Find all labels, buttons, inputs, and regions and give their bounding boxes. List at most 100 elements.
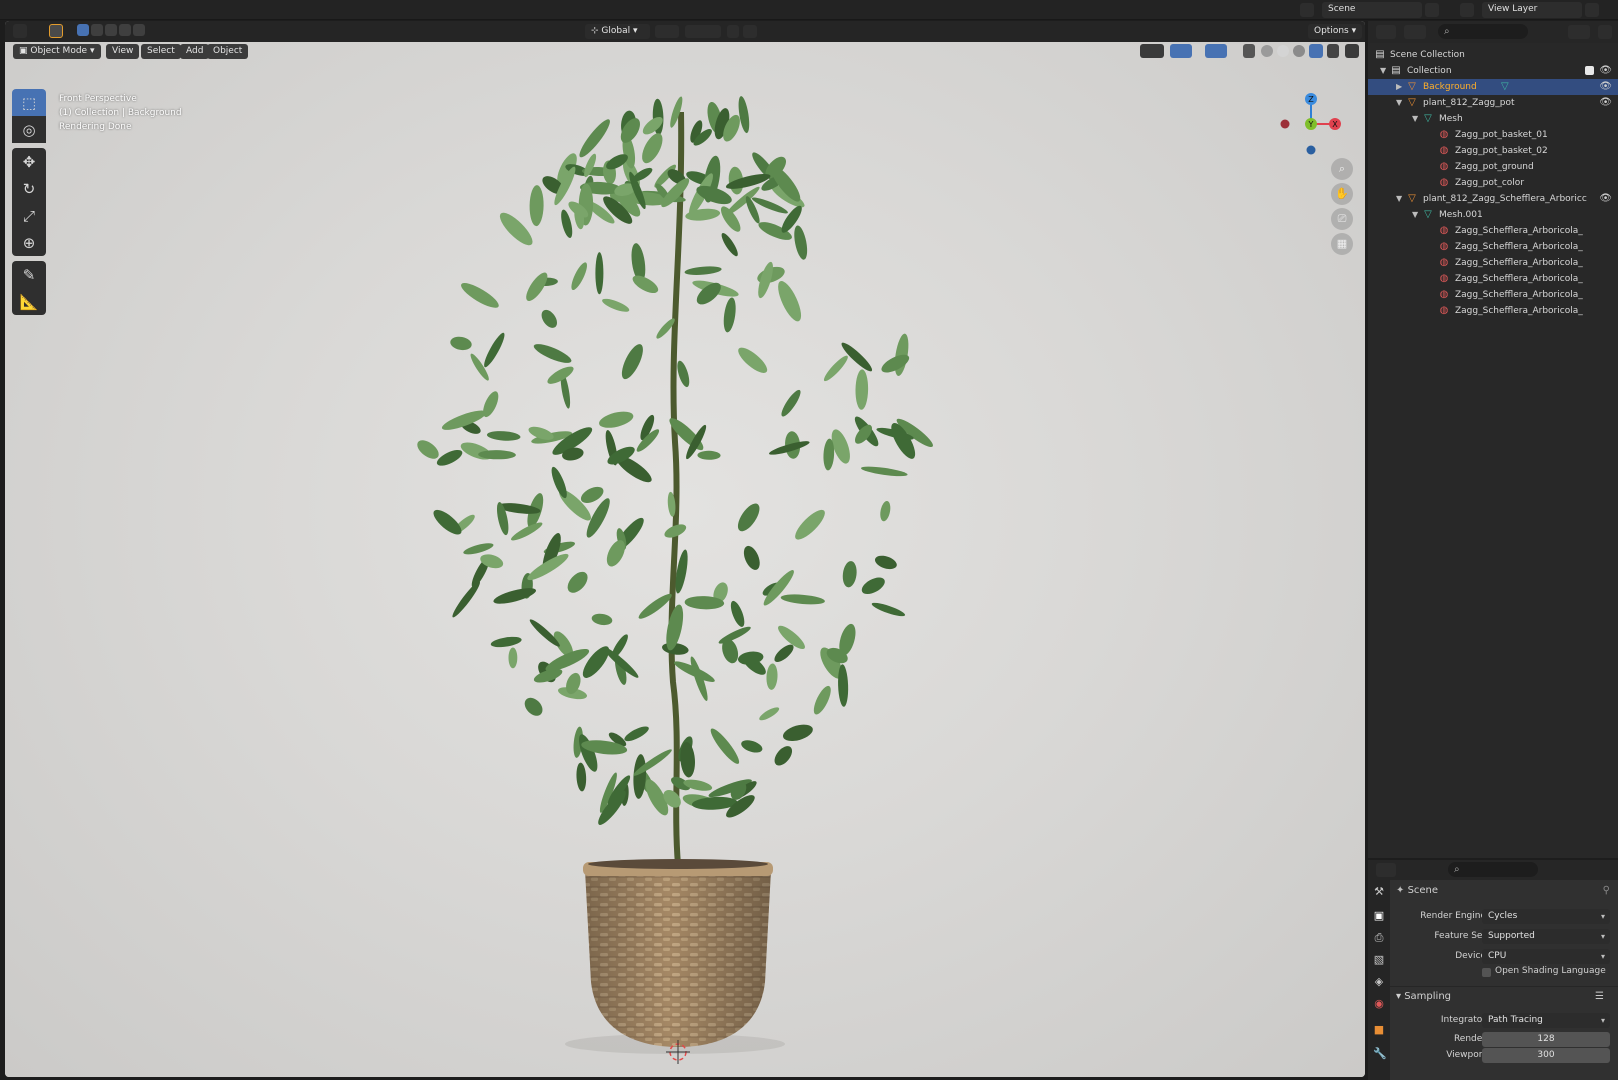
transform-orientation-dropdown[interactable]: ⊹ Global ▾ (585, 24, 650, 39)
select-mode-extend-icon[interactable] (91, 24, 103, 36)
outliner-row-material[interactable]: ◍ Zagg_pot_color (1368, 175, 1618, 191)
chevron-down-icon[interactable]: ▼ (1412, 207, 1420, 223)
navigation-gizmo[interactable]: Z X Y (1275, 89, 1345, 169)
render-view[interactable]: ▣ Object Mode ▾ View Select Add Object F… (5, 42, 1365, 1077)
eye-icon[interactable]: 👁 (1599, 63, 1612, 79)
modifier-tab-icon[interactable]: 🔧 (1373, 1048, 1387, 1060)
snap-icon[interactable] (685, 25, 721, 38)
scene-context-icon: ✦ (1396, 885, 1408, 896)
select-tool-icon[interactable] (49, 24, 63, 38)
properties-editor-icon[interactable] (1376, 863, 1396, 877)
filter-icon[interactable] (1568, 25, 1590, 39)
editor-type-icon[interactable] (13, 24, 27, 38)
view-layer-tab-icon[interactable]: ▧ (1373, 954, 1385, 966)
mesh-data-icon[interactable]: ▽ (1501, 79, 1509, 95)
chevron-right-icon[interactable]: ▶ (1396, 79, 1404, 95)
scene-tab-icon[interactable]: ◈ (1373, 976, 1385, 988)
new-scene-icon[interactable] (1425, 3, 1439, 17)
tool-shelf: ⬚ ◎ ✥ ↻ ⤢ ⊕ ✎ 📐 (12, 89, 46, 315)
outliner-row-material[interactable]: ◍ Zagg_pot_basket_02 (1368, 143, 1618, 159)
render-samples-field[interactable]: 128 (1482, 1032, 1610, 1047)
outliner-row-object[interactable]: ▶ ▽ Background 👁 ▽ (1368, 79, 1618, 95)
transform-tool-icon[interactable]: ⊕ (12, 229, 46, 256)
sampling-panel-header[interactable]: ▾ Sampling (1396, 991, 1451, 1002)
outliner-row-material[interactable]: ◍ Zagg_pot_ground (1368, 159, 1618, 175)
world-tab-icon[interactable]: ◉ (1373, 998, 1385, 1010)
scale-tool-icon[interactable]: ⤢ (12, 202, 46, 229)
new-collection-icon[interactable] (1598, 25, 1612, 39)
options-dropdown[interactable]: Options ▾ (1308, 24, 1363, 39)
chevron-down-icon[interactable]: ▼ (1396, 95, 1404, 111)
pan-hand-icon[interactable]: ✋ (1331, 183, 1353, 205)
3d-viewport[interactable]: ⊹ Global ▾ Options ▾ ▣ Object Mode ▾ Vie… (5, 21, 1365, 1077)
measure-tool-icon[interactable]: 📐 (12, 288, 46, 315)
proportional-edit-icon[interactable] (727, 25, 739, 38)
view-layer-selector[interactable]: View Layer (1482, 2, 1582, 18)
outliner-row-mesh[interactable]: ▼ ▽ Mesh (1368, 111, 1618, 127)
outliner-row-label: Zagg_Schefflera_Arboricola_ (1455, 306, 1583, 316)
outliner-row-material[interactable]: ◍ Zagg_pot_basket_01 (1368, 127, 1618, 143)
outliner-row-label: Mesh (1439, 114, 1463, 124)
outliner-row-mesh[interactable]: ▼ ▽ Mesh.001 (1368, 207, 1618, 223)
display-mode-icon[interactable] (1404, 25, 1426, 39)
select-mode-invert-icon[interactable] (119, 24, 131, 36)
viewport-samples-field[interactable]: 300 (1482, 1048, 1610, 1063)
leaf (632, 275, 659, 294)
osl-checkbox[interactable] (1482, 968, 1491, 977)
presets-list-icon[interactable]: ☰ (1595, 991, 1604, 1002)
gizmo-neg-x-axis[interactable] (1280, 119, 1290, 129)
outliner-row-material[interactable]: ◍ Zagg_Schefflera_Arboricola_ (1368, 271, 1618, 287)
exclude-checkbox[interactable] (1585, 66, 1594, 75)
pin-icon[interactable]: ⚲ (1603, 885, 1610, 896)
scene-collection-row[interactable]: ▤ Scene Collection (1368, 47, 1618, 63)
gizmo-neg-z-axis[interactable] (1306, 145, 1316, 155)
feature-set-dropdown[interactable]: Supported ▾ (1482, 929, 1610, 944)
rotate-tool-icon[interactable]: ↻ (12, 175, 46, 202)
render-engine-dropdown[interactable]: Cycles ▾ (1482, 909, 1610, 924)
camera-view-icon[interactable]: ⎚ (1331, 208, 1353, 230)
perspective-grid-icon[interactable]: ▦ (1331, 233, 1353, 255)
chevron-down-icon[interactable]: ▼ (1380, 63, 1388, 79)
select-box-tool-icon[interactable]: ⬚ (12, 89, 46, 116)
scene-icon[interactable] (1300, 3, 1314, 17)
outliner-editor-icon[interactable] (1376, 25, 1396, 39)
annotate-tool-icon[interactable]: ✎ (12, 261, 46, 288)
properties-search-input[interactable]: ⌕ (1448, 862, 1538, 877)
object-tab-icon[interactable]: ■ (1373, 1024, 1385, 1036)
render-tab-icon[interactable]: ▣ (1373, 910, 1385, 922)
outliner-row-material[interactable]: ◍ Zagg_Schefflera_Arboricola_ (1368, 303, 1618, 319)
outliner-row-object[interactable]: ▼ ▽ plant_812_Zagg_pot 👁 (1368, 95, 1618, 111)
new-view-layer-icon[interactable] (1585, 3, 1599, 17)
outliner-row-material[interactable]: ◍ Zagg_Schefflera_Arboricola_ (1368, 239, 1618, 255)
eye-icon[interactable]: 👁 (1599, 79, 1612, 95)
select-mode-intersect-icon[interactable] (133, 24, 145, 36)
chevron-down-icon[interactable]: ▼ (1396, 191, 1404, 207)
outliner-row-collection[interactable]: ▼ ▤ Collection 👁 (1368, 63, 1618, 79)
select-mode-new-icon[interactable] (77, 24, 89, 36)
falloff-icon[interactable] (743, 25, 757, 38)
eye-icon[interactable]: 👁 (1599, 95, 1612, 111)
device-dropdown[interactable]: CPU ▾ (1482, 949, 1610, 964)
tool-tab-icon[interactable]: ⚒ (1373, 886, 1385, 898)
chevron-down-icon[interactable]: ▼ (1412, 111, 1420, 127)
gizmo-y-label: Y (1308, 120, 1314, 129)
scene-selector[interactable]: Scene (1322, 2, 1422, 18)
output-tab-icon[interactable]: ⎙ (1373, 932, 1385, 944)
eye-icon[interactable]: 👁 (1599, 191, 1612, 207)
pivot-point-icon[interactable] (655, 25, 679, 38)
outliner-row-label: plant_812_Zagg_Schefflera_Arboricc (1423, 194, 1587, 204)
rendered-plant-image (417, 96, 933, 1064)
select-mode-subtract-icon[interactable] (105, 24, 117, 36)
outliner-row-material[interactable]: ◍ Zagg_Schefflera_Arboricola_ (1368, 287, 1618, 303)
view-layer-icon[interactable] (1460, 3, 1474, 17)
outliner-row-material[interactable]: ◍ Zagg_Schefflera_Arboricola_ (1368, 223, 1618, 239)
cursor-tool-icon[interactable]: ◎ (12, 116, 46, 143)
outliner-row-material[interactable]: ◍ Zagg_Schefflera_Arboricola_ (1368, 255, 1618, 271)
outliner-search-input[interactable]: ⌕ (1438, 24, 1528, 39)
integrator-dropdown[interactable]: Path Tracing ▾ (1482, 1013, 1610, 1028)
outliner-row-object[interactable]: ▼ ▽ plant_812_Zagg_Schefflera_Arboricc 👁 (1368, 191, 1618, 207)
mesh-icon: ▽ (1424, 209, 1432, 220)
move-tool-icon[interactable]: ✥ (12, 148, 46, 175)
zoom-icon[interactable]: ⌕ (1331, 158, 1353, 180)
leaf (730, 600, 745, 627)
